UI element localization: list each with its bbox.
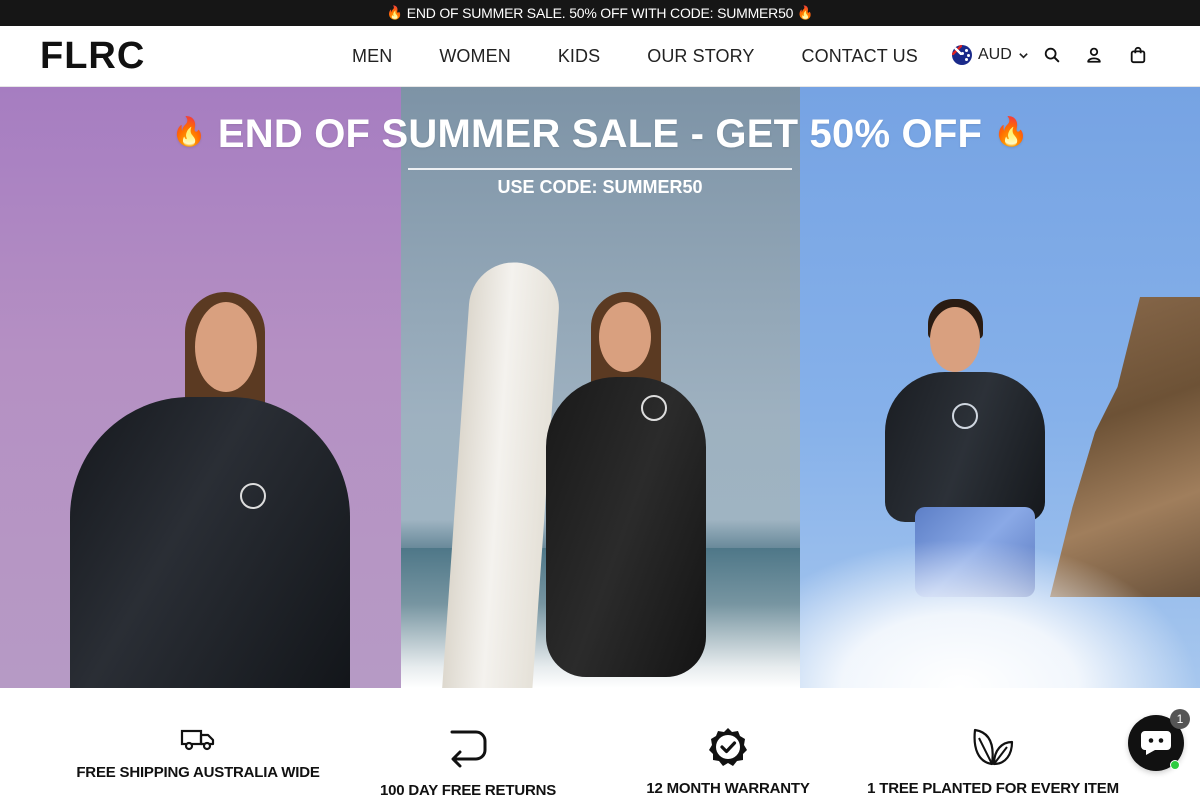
feature-free-returns: 100 DAY FREE RETURNS [318,726,618,799]
nav-women[interactable]: WOMEN [439,46,511,67]
logo[interactable]: FLRC [40,37,145,75]
feature-warranty: 12 MONTH WARRANTY [578,726,878,797]
nav-kids[interactable]: KIDS [558,46,600,67]
leaf-icon [973,728,1014,766]
hero-promo-code: USE CODE: SUMMER50 [497,177,703,197]
return-arrow-icon [450,730,487,768]
currency-code: AUD [978,46,1012,63]
chat-unread-badge: 1 [1170,709,1190,729]
features-strip: FREE SHIPPING AUSTRALIA WIDE 100 DAY FRE… [0,688,1200,800]
announcement-text: END OF SUMMER SALE. 50% OFF WITH CODE: S… [406,5,794,21]
cart-icon[interactable] [1127,44,1149,66]
chevron-down-icon [1019,52,1028,59]
feature-label: 1 TREE PLANTED FOR EVERY ITEM [867,780,1119,797]
hero-title: 🔥 END OF SUMMER SALE - GET 50% OFF 🔥 [0,112,1200,157]
flrc-chest-logo [641,395,667,421]
currency-selector[interactable]: AUD [952,45,1029,65]
flame-icon: 🔥 [386,5,403,20]
flrc-chest-logo [240,483,266,509]
nav-contact-us[interactable]: CONTACT US [802,46,918,67]
online-status-dot [1170,760,1180,770]
account-icon[interactable] [1083,44,1105,66]
nav-men[interactable]: MEN [352,46,392,67]
nav-our-story[interactable]: OUR STORY [647,46,754,67]
feature-free-shipping: FREE SHIPPING AUSTRALIA WIDE [48,726,348,781]
flame-icon: 🔥 [797,5,814,20]
feature-label: 12 MONTH WARRANTY [646,780,810,797]
flame-icon: 🔥 [171,116,207,147]
flame-icon: 🔥 [993,116,1029,147]
main-nav: MEN WOMEN KIDS OUR STORY CONTACT US [352,26,965,86]
truck-icon [180,729,215,751]
flrc-chest-logo [952,403,978,429]
feature-label: FREE SHIPPING AUSTRALIA WIDE [76,764,320,781]
hero-title-text: END OF SUMMER SALE - GET 50% OFF [217,112,983,156]
badge-check-icon [709,728,747,766]
feature-tree-planted: 1 TREE PLANTED FOR EVERY ITEM [843,726,1143,797]
australia-flag-icon [952,45,972,65]
hero-banner[interactable]: 🔥 END OF SUMMER SALE - GET 50% OFF 🔥 USE… [0,87,1200,688]
chat-bubble-icon [1141,731,1171,755]
search-icon[interactable] [1041,44,1063,66]
hero-divider [408,168,792,170]
feature-label: 100 DAY FREE RETURNS [379,782,557,799]
site-header: FLRC MEN WOMEN KIDS OUR STORY CONTACT US… [0,26,1200,87]
announcement-bar: 🔥 END OF SUMMER SALE. 50% OFF WITH CODE:… [0,0,1200,26]
